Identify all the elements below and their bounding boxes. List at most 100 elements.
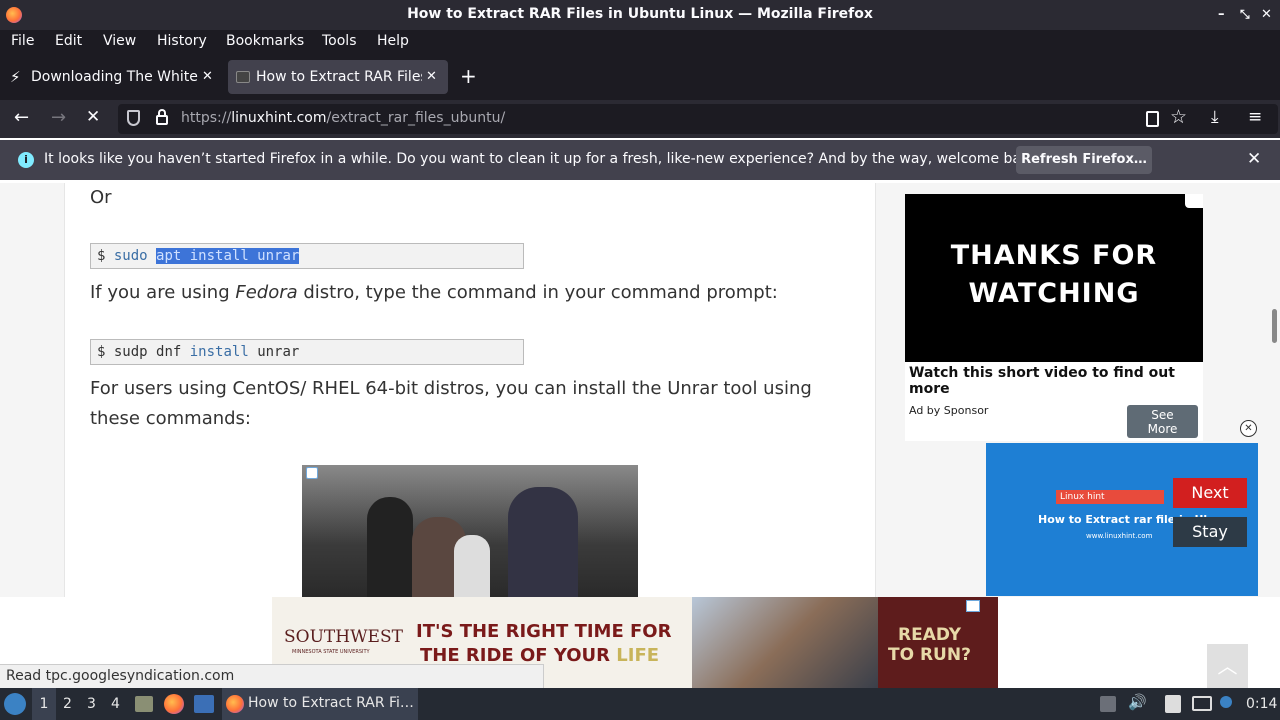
shell-prompt: $ (97, 344, 106, 360)
fedora-em: Fedora (235, 282, 298, 303)
tab-close-icon[interactable]: ✕ (426, 60, 437, 94)
maximize-icon[interactable]: ⤡ (1240, 0, 1250, 29)
menu-bar: File Edit View History Bookmarks Tools H… (0, 30, 1280, 54)
url-text[interactable]: https://linuxhint.com/extract_rar_files_… (181, 110, 505, 126)
new-tab-icon[interactable]: + (460, 66, 477, 86)
fedora-text-before: If you are using (90, 282, 236, 303)
next-button[interactable]: Next (1173, 478, 1247, 508)
menu-bookmarks[interactable]: Bookmarks (226, 33, 304, 49)
code-argument: unrar (257, 344, 300, 360)
task-title: How to Extract RAR Fi… (248, 695, 414, 711)
ad-choices-icon[interactable] (306, 467, 318, 479)
workspace-1[interactable]: 1 (32, 688, 56, 720)
side-ad[interactable]: THANKS FOR WATCHING Watch this short vid… (905, 194, 1203, 441)
url-scheme: https:// (181, 110, 232, 126)
tray-network-icon[interactable] (1100, 696, 1116, 712)
url-host: linuxhint.com (231, 110, 327, 126)
app-menu-icon[interactable]: ≡ (1248, 107, 1262, 127)
terminal-icon[interactable] (194, 695, 214, 713)
inline-ad-image[interactable] (302, 465, 638, 597)
notification-tray-icon[interactable] (1220, 696, 1232, 708)
menu-file[interactable]: File (11, 33, 34, 49)
workspace-2[interactable]: 2 (63, 696, 72, 712)
code-block-apt[interactable]: $ sudo apt install unrar (90, 243, 524, 269)
tab-title: Downloading The White Noise (31, 69, 199, 85)
ad-choices-icon[interactable] (966, 600, 980, 612)
person-figure (454, 535, 490, 597)
close-window-icon[interactable]: ✕ (1261, 0, 1272, 29)
shield-icon[interactable] (127, 110, 140, 126)
lock-shackle-icon (158, 109, 166, 117)
close-ad-icon[interactable]: ✕ (1240, 420, 1257, 437)
ad-choices-icon[interactable] (1185, 194, 1203, 208)
menu-edit[interactable]: Edit (55, 33, 82, 49)
clipboard-icon[interactable] (1165, 695, 1181, 713)
video-brand-label: Linux hint (1056, 490, 1164, 504)
banner-cta-area: READY TO RUN? (878, 597, 998, 688)
video-url: www.linuxhint.com (1086, 532, 1153, 540)
video-ad[interactable]: Linux hint How to Extract rar file in Ub… (986, 443, 1258, 596)
bookmark-star-icon[interactable]: ☆ (1170, 106, 1187, 128)
banner-line2-text: THE RIDE OF YOUR (420, 645, 617, 666)
menu-tools[interactable]: Tools (322, 33, 357, 49)
banner-line2: THE RIDE OF YOUR LIFE (420, 645, 659, 666)
volume-icon[interactable]: 🔊 (1128, 693, 1147, 711)
info-icon: i (18, 152, 34, 168)
centos-paragraph-line1: For users using CentOS/ RHEL 64-bit dist… (90, 378, 812, 399)
back-icon[interactable]: ← (14, 107, 29, 128)
tab-close-icon[interactable]: ✕ (202, 60, 213, 94)
address-bar[interactable]: https://linuxhint.com/extract_rar_files_… (118, 104, 1278, 134)
side-ad-sponsor: Ad by Sponsor (909, 404, 989, 417)
downloads-icon[interactable]: ⤓ (1211, 107, 1219, 127)
video-text-line1: THANKS FOR (950, 240, 1158, 271)
workspace-4[interactable]: 4 (111, 696, 120, 712)
firefox-task-icon (226, 695, 244, 713)
reader-view-icon[interactable] (1146, 111, 1159, 127)
stay-button[interactable]: Stay (1173, 517, 1247, 547)
banner-cta2: TO RUN? (888, 645, 971, 665)
file-manager-icon[interactable] (135, 696, 153, 712)
banner-logo: SOUTHWEST (284, 627, 403, 647)
notification-bar: i It looks like you haven’t started Fire… (0, 140, 1280, 180)
see-more-button[interactable]: See More (1127, 405, 1198, 438)
menu-history[interactable]: History (157, 33, 207, 49)
display-icon[interactable] (1192, 696, 1212, 711)
firefox-launcher-icon[interactable] (164, 694, 184, 714)
code-block-dnf[interactable]: $ sudp dnf install unrar (90, 339, 524, 365)
person-figure (367, 497, 413, 597)
refresh-firefox-button[interactable]: Refresh Firefox… (1016, 146, 1152, 174)
tab-downloading[interactable]: ⚡ Downloading The White Noise ✕ (4, 60, 222, 94)
banner-line1: IT'S THE RIGHT TIME FOR (416, 621, 672, 642)
workspace-3[interactable]: 3 (87, 696, 96, 712)
article-body: Or $ sudo apt install unrar If you are u… (64, 183, 876, 597)
window-title: How to Extract RAR Files in Ubuntu Linux… (407, 6, 873, 22)
clock: 0:14 (1246, 696, 1278, 712)
fedora-text-after: distro, type the command in your command… (297, 282, 778, 303)
close-notification-icon[interactable]: ✕ (1247, 149, 1261, 169)
firefox-logo-icon (6, 7, 22, 23)
banner-logo-sub: MINNESOTA STATE UNIVERSITY (292, 649, 370, 655)
fedora-paragraph: If you are using Fedora distro, type the… (90, 278, 778, 308)
minimize-icon[interactable]: – (1218, 0, 1225, 29)
tab-active-rar[interactable]: How to Extract RAR Files ✕ (228, 60, 448, 94)
video-text-line2: WATCHING (968, 278, 1140, 309)
notification-text: It looks like you haven’t started Firefo… (44, 151, 1043, 167)
or-text: Or (90, 187, 112, 208)
stop-loading-icon[interactable]: ✕ (86, 107, 100, 127)
selected-text: apt install unrar (156, 248, 300, 264)
person-figure (508, 487, 578, 597)
code-command: sudp dnf (113, 344, 182, 360)
window-titlebar: How to Extract RAR Files in Ubuntu Linux… (0, 0, 1280, 30)
scrollbar-thumb[interactable] (1272, 309, 1277, 343)
tab-strip: ⚡ Downloading The White Noise ✕ How to E… (0, 54, 1280, 100)
scroll-to-top-button[interactable]: ︿ (1207, 644, 1248, 688)
menu-view[interactable]: View (103, 33, 136, 49)
tab-favicon-icon (236, 71, 250, 83)
menu-help[interactable]: Help (377, 33, 409, 49)
code-keyword: install (189, 344, 249, 360)
taskbar-task-firefox[interactable]: How to Extract RAR Fi… (222, 688, 418, 720)
start-menu-icon[interactable] (4, 693, 26, 715)
side-ad-headline[interactable]: Watch this short video to find out more (909, 365, 1194, 397)
banner-life: LIFE (616, 645, 660, 666)
ad-video-frame[interactable]: THANKS FOR WATCHING (905, 194, 1203, 362)
